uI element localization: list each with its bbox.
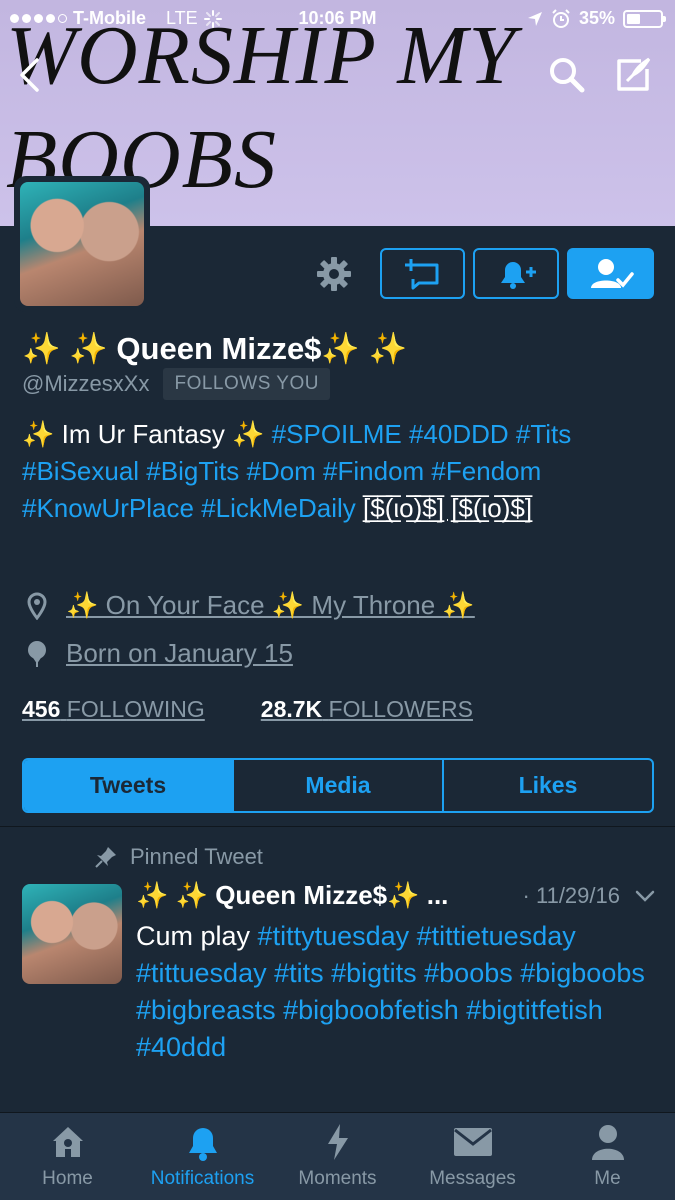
- compose-icon: [617, 57, 651, 91]
- alarm-icon: [552, 8, 570, 28]
- bottom-tab-bar: Home Notifications Moments Messages Me: [0, 1112, 675, 1200]
- tabbar-notifications-label: Notifications: [150, 1168, 255, 1189]
- avatar-image: [20, 182, 144, 306]
- settings-button[interactable]: [312, 252, 356, 296]
- tweet-date: · 11/29/16: [522, 882, 620, 908]
- person-icon: [591, 1125, 624, 1160]
- compose-button[interactable]: [610, 52, 656, 98]
- tabbar-notifications[interactable]: Notifications: [135, 1113, 270, 1200]
- battery-percent: 35%: [578, 8, 615, 28]
- status-bar: T-Mobile LTE 10:06 PM 35%: [0, 0, 675, 38]
- tweet-text: Cum play #tittytuesday #tittietuesday #t…: [136, 918, 656, 1066]
- tabbar-moments[interactable]: Moments: [270, 1113, 405, 1200]
- person-check-icon: [590, 258, 634, 288]
- gear-icon: [317, 257, 351, 291]
- following-count: 456: [22, 696, 61, 722]
- tabbar-me-label: Me: [594, 1168, 621, 1189]
- retweets-toggle-button[interactable]: [380, 248, 465, 299]
- pinned-label-text: Pinned Tweet: [130, 844, 263, 869]
- bio-money-symbols: [̲̅$̲̅(̲̅ιο̲̅̅)̲̅$̲̅] [̲̅$̲̅(̲̅ιο̲̅̅)̲̅$…: [363, 493, 533, 523]
- envelope-icon: [453, 1128, 492, 1156]
- profile-avatar[interactable]: [14, 176, 150, 312]
- lightning-icon: [327, 1124, 348, 1160]
- location-pin-icon: [27, 591, 47, 620]
- tab-likes[interactable]: Likes: [444, 760, 652, 811]
- profile-bio: ✨ Im Ur Fantasy ✨ #SPOILME #40DDD #Tits …: [22, 416, 662, 527]
- tweet-text-plain: Cum play: [136, 921, 258, 951]
- following-stat[interactable]: 456 FOLLOWING: [22, 696, 205, 723]
- following-button[interactable]: [567, 248, 654, 299]
- profile-birthday[interactable]: Born on January 15: [66, 638, 293, 669]
- notifications-toggle-button[interactable]: [473, 248, 559, 299]
- balloon-icon: [28, 640, 46, 667]
- tabbar-moments-label: Moments: [298, 1168, 377, 1189]
- following-label: FOLLOWING: [66, 696, 205, 722]
- battery-icon: [623, 9, 666, 28]
- search-icon: [550, 58, 585, 93]
- tabbar-messages-label: Messages: [429, 1168, 516, 1189]
- search-button[interactable]: [544, 52, 590, 98]
- bell-plus-icon: [501, 261, 536, 289]
- divider: [0, 826, 675, 827]
- profile-location[interactable]: ✨ On Your Face ✨ My Throne ✨: [66, 590, 475, 621]
- tab-tweets[interactable]: Tweets: [24, 760, 234, 811]
- tab-media[interactable]: Media: [234, 760, 444, 811]
- tweet-avatar[interactable]: [22, 884, 122, 984]
- birthday-row: Born on January 15: [26, 638, 293, 669]
- profile-name: ✨ ✨ Queen Mizze$✨ ✨: [22, 331, 408, 366]
- tabbar-messages[interactable]: Messages: [405, 1113, 540, 1200]
- follows-you-badge: FOLLOWS YOU: [163, 368, 330, 400]
- tweet-author[interactable]: ✨ ✨ Queen Mizze$✨ ...: [136, 880, 448, 911]
- followers-label: FOLLOWERS: [328, 696, 473, 722]
- tabbar-me[interactable]: Me: [540, 1113, 675, 1200]
- status-right: 35%: [527, 8, 666, 29]
- location-arrow-icon: [527, 11, 542, 26]
- location-row: ✨ On Your Face ✨ My Throne ✨: [26, 590, 475, 621]
- profile-stats: 456 FOLLOWING 28.7K FOLLOWERS: [22, 696, 473, 723]
- retweet-bubble-icon: [404, 258, 438, 289]
- chevron-down-icon[interactable]: [634, 885, 656, 907]
- home-icon: [52, 1127, 83, 1157]
- followers-count: 28.7K: [260, 696, 323, 722]
- bio-text: ✨ Im Ur Fantasy ✨: [22, 419, 272, 449]
- pinned-tweet-label: Pinned Tweet: [94, 844, 263, 870]
- profile-tabs: Tweets Media Likes: [22, 758, 654, 813]
- followers-stat[interactable]: 28.7K FOLLOWERS: [261, 696, 473, 723]
- tweet-header: ✨ ✨ Queen Mizze$✨ ... · 11/29/16: [136, 880, 656, 911]
- handle-row: @MizzesxXx FOLLOWS YOU: [22, 368, 330, 400]
- profile-handle: @MizzesxXx: [22, 371, 150, 396]
- tabbar-home-label: Home: [42, 1168, 93, 1189]
- bell-icon: [188, 1128, 217, 1161]
- pin-icon: [95, 847, 116, 868]
- tabbar-home[interactable]: Home: [0, 1113, 135, 1200]
- chevron-left-icon: [20, 58, 39, 92]
- back-button[interactable]: [6, 52, 52, 98]
